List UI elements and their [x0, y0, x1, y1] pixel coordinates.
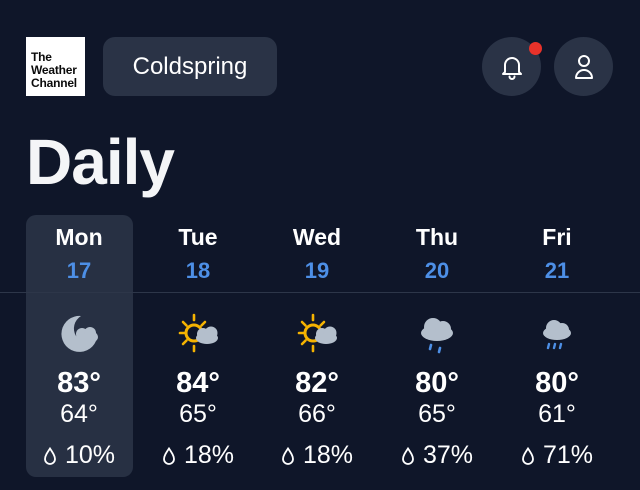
- precip-value: 71%: [542, 441, 594, 469]
- day-name: Thu: [415, 224, 459, 250]
- location-button[interactable]: Coldspring: [103, 37, 277, 96]
- logo-line-3: Channel: [31, 76, 77, 90]
- moon-cloud-icon: [61, 315, 98, 352]
- raindrop-icon: [163, 446, 175, 465]
- raindrop-icon: [282, 446, 294, 465]
- precip-chance: 10%: [19, 441, 139, 470]
- high-temp: 80°: [415, 367, 459, 399]
- day-column-wed[interactable]: Wed 19 82° 66° 18%: [257, 215, 377, 477]
- bell-icon: [501, 56, 522, 80]
- rain-cloud-icon: [421, 318, 453, 354]
- notification-badge: [529, 42, 542, 55]
- user-icon: [574, 54, 593, 79]
- precip-chance: 18%: [257, 441, 377, 470]
- day-column-thu[interactable]: Thu 20 80° 65° 37%: [377, 215, 497, 477]
- precip-chance: 18%: [138, 441, 258, 470]
- precip-value: 18%: [302, 441, 354, 469]
- day-date: 19: [304, 258, 330, 283]
- day-name: Mon: [55, 224, 103, 250]
- low-temp: 64°: [60, 400, 98, 428]
- low-temp: 65°: [418, 400, 456, 428]
- day-date: 21: [544, 258, 570, 283]
- day-column-fri[interactable]: Fri 21 80° 61° 71%: [497, 215, 617, 477]
- sun-cloud-icon: [297, 313, 337, 353]
- high-temp: 82°: [295, 367, 339, 399]
- day-date: 17: [66, 258, 92, 283]
- high-temp: 84°: [176, 367, 220, 399]
- high-temp: 80°: [535, 367, 579, 399]
- raindrop-icon: [44, 446, 56, 465]
- precip-chance: 71%: [497, 441, 617, 470]
- day-date: 18: [185, 258, 211, 283]
- precip-value: 37%: [422, 441, 474, 469]
- day-name: Fri: [542, 224, 572, 250]
- day-date: 20: [424, 258, 450, 283]
- weather-channel-logo[interactable]: The Weather Channel: [26, 37, 85, 96]
- rain-cloud-icon: [543, 320, 571, 350]
- precip-value: 10%: [64, 441, 116, 469]
- day-name: Tue: [178, 224, 218, 250]
- location-label: Coldspring: [132, 52, 248, 80]
- day-column-tue[interactable]: Tue 18 84° 65° 18%: [138, 215, 258, 477]
- high-temp: 83°: [57, 367, 101, 399]
- day-name: Wed: [292, 224, 342, 250]
- profile-button[interactable]: [554, 37, 613, 96]
- low-temp: 61°: [538, 400, 576, 428]
- precip-chance: 37%: [377, 441, 497, 470]
- low-temp: 66°: [298, 400, 336, 428]
- raindrop-icon: [402, 446, 414, 465]
- day-column-mon[interactable]: Mon 17 83° 64° 10%: [19, 215, 139, 477]
- sun-cloud-icon: [178, 313, 218, 353]
- page-title: Daily: [26, 126, 175, 198]
- low-temp: 65°: [179, 400, 217, 428]
- raindrop-icon: [522, 446, 534, 465]
- precip-value: 18%: [183, 441, 235, 469]
